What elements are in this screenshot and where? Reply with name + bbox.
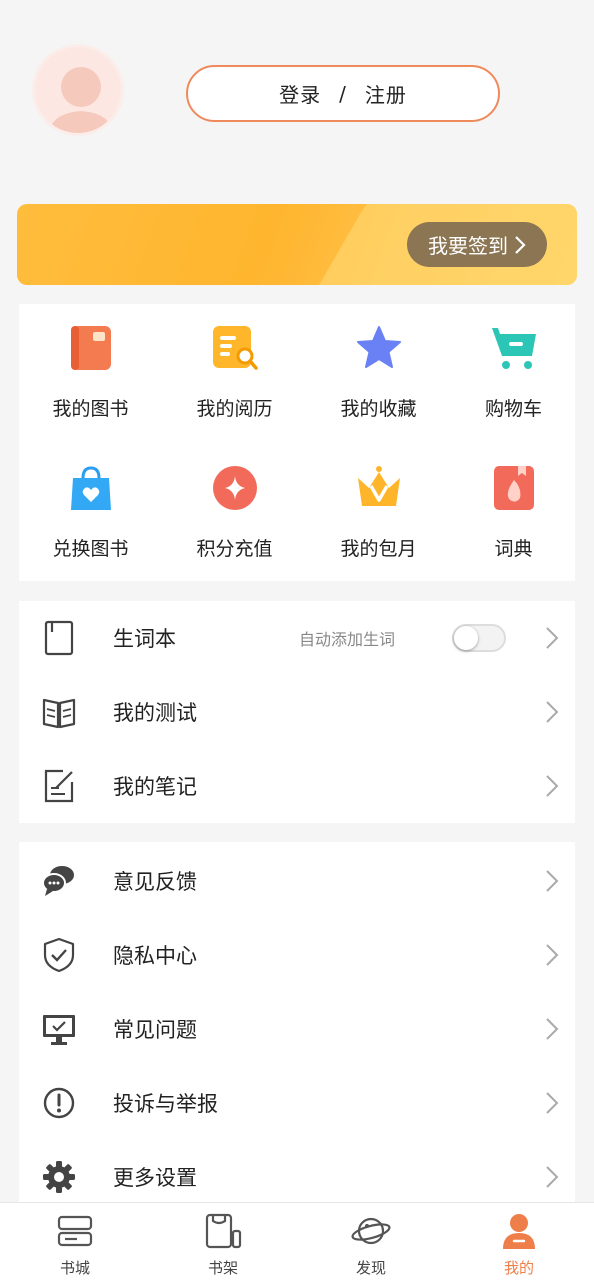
chevron-right-icon (546, 870, 559, 892)
list-item-label: 我的测试 (113, 701, 197, 725)
register-label: 注册 (364, 83, 407, 107)
list-item-vocabulary-book[interactable]: 生词本 自动添加生词 (19, 601, 575, 675)
list-item-complaint-report[interactable]: 投诉与举报 (19, 1066, 575, 1140)
list-item-label: 更多设置 (113, 1166, 197, 1190)
list-item-faq[interactable]: 常见问题 (19, 992, 575, 1066)
list-item-label: 常见问题 (113, 1018, 197, 1042)
auto-add-words-toggle[interactable] (452, 624, 506, 652)
monitor-check-icon (43, 1015, 75, 1045)
chevron-right-icon (546, 944, 559, 966)
list-item-feedback[interactable]: 意见反馈 (19, 844, 575, 918)
learning-list: 生词本 自动添加生词 我的测试 我的笔记 (19, 601, 575, 823)
tab-discover[interactable]: 发现 (316, 1211, 426, 1278)
chevron-right-icon (515, 235, 526, 254)
tab-label: 发现 (355, 1259, 386, 1277)
gear-icon (43, 1161, 75, 1193)
open-book-icon (42, 698, 76, 729)
chevron-right-icon (546, 1166, 559, 1188)
bookshelf-icon (205, 1213, 242, 1249)
login-label: 登录 (279, 83, 322, 107)
auto-add-hint: 自动添加生词 (299, 630, 396, 649)
grid-label: 购物车 (484, 398, 542, 420)
default-avatar-icon (47, 67, 115, 133)
bookstore-icon (57, 1215, 93, 1247)
list-item-label: 我的笔记 (113, 775, 197, 799)
grid-item-dictionary[interactable]: 词典 (444, 464, 583, 561)
reading-history-icon (212, 326, 258, 370)
tab-label: 书城 (59, 1259, 90, 1277)
grid-item-favorites[interactable]: 我的收藏 (309, 324, 448, 421)
toggle-knob (454, 626, 478, 650)
grid-label: 积分充值 (196, 538, 273, 560)
signin-label: 我要签到 (428, 234, 508, 258)
shopping-bag-icon (70, 466, 111, 510)
book-icon (70, 326, 111, 370)
grid-item-reading-history[interactable]: 我的阅历 (165, 324, 304, 421)
planet-icon (351, 1217, 391, 1245)
list-item-my-tests[interactable]: 我的测试 (19, 675, 575, 749)
user-icon (503, 1214, 535, 1249)
list-item-label: 意见反馈 (113, 870, 197, 894)
points-icon (212, 466, 257, 510)
grid-label: 我的图书 (52, 398, 129, 420)
avatar[interactable] (32, 44, 124, 136)
tab-label: 书架 (207, 1259, 238, 1277)
grid-item-cart[interactable]: 购物车 (444, 324, 583, 421)
grid-item-monthly[interactable]: 我的包月 (309, 464, 448, 561)
grid-label: 词典 (494, 538, 533, 560)
tab-label: 我的 (503, 1259, 534, 1277)
grid-label: 我的包月 (340, 538, 417, 560)
grid-label: 兑换图书 (52, 538, 129, 560)
list-item-my-notes[interactable]: 我的笔记 (19, 749, 575, 823)
grid-item-points-recharge[interactable]: 积分充值 (165, 464, 304, 561)
crown-icon (357, 466, 400, 506)
login-register-button[interactable]: 登录 / 注册 (186, 65, 500, 122)
bottom-tab-bar: 书城 书架 发现 我的 (0, 1202, 594, 1280)
chevron-right-icon (546, 701, 559, 723)
support-list: 意见反馈 隐私中心 常见问题 投诉与举报 更多设置 (19, 842, 575, 1202)
list-item-label: 生词本 (113, 627, 176, 651)
exclamation-circle-icon (43, 1087, 75, 1119)
chevron-right-icon (546, 775, 559, 797)
grid-item-redeem-books[interactable]: 兑换图书 (21, 464, 160, 561)
list-item-label: 隐私中心 (113, 944, 197, 968)
tab-bookshelf[interactable]: 书架 (168, 1211, 278, 1278)
dictionary-icon (493, 466, 534, 510)
cart-icon (491, 328, 536, 369)
notebook-icon (44, 620, 74, 656)
chevron-right-icon (546, 1092, 559, 1114)
list-item-privacy-center[interactable]: 隐私中心 (19, 918, 575, 992)
chat-bubbles-icon (42, 866, 74, 896)
list-item-label: 投诉与举报 (113, 1092, 218, 1116)
feature-grid: 我的图书 我的阅历 我的收藏 购物车 兑换图书 积分充值 我的包月 词典 (19, 304, 575, 581)
signin-button[interactable]: 我要签到 (407, 222, 547, 267)
chevron-right-icon (546, 627, 559, 649)
grid-item-my-books[interactable]: 我的图书 (21, 324, 160, 421)
grid-label: 我的收藏 (340, 398, 417, 420)
tab-bookstore[interactable]: 书城 (20, 1211, 130, 1278)
chevron-right-icon (546, 1018, 559, 1040)
shield-check-icon (43, 937, 75, 973)
note-edit-icon (44, 769, 74, 803)
login-separator: / (339, 81, 347, 106)
tab-mine[interactable]: 我的 (464, 1211, 574, 1278)
star-icon (356, 326, 401, 368)
grid-label: 我的阅历 (196, 398, 273, 420)
